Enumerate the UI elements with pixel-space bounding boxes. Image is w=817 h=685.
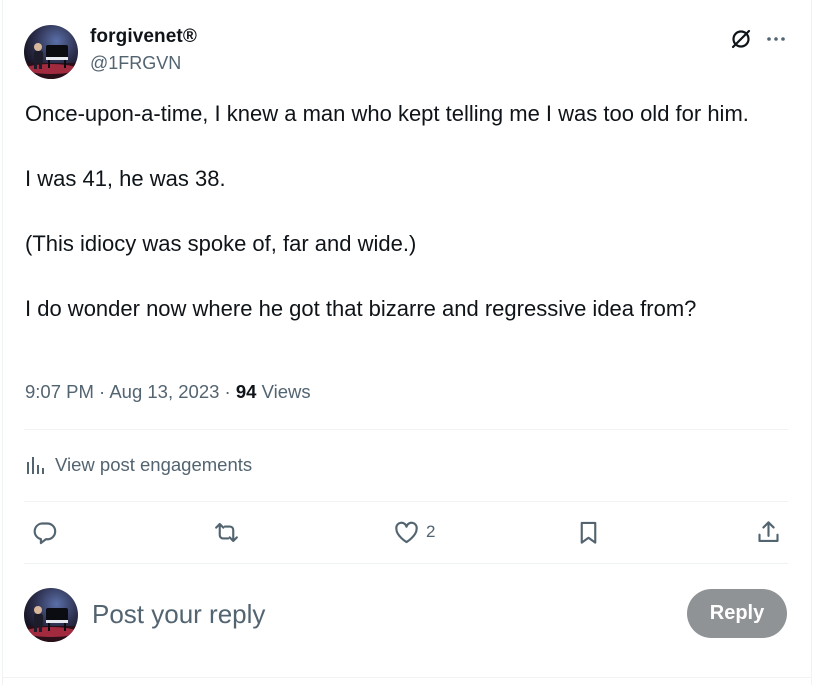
divider bbox=[24, 501, 788, 502]
post-date[interactable]: Aug 13, 2023 bbox=[109, 381, 219, 402]
author-avatar[interactable] bbox=[24, 25, 78, 79]
post-paragraph: I was 41, he was 38. bbox=[25, 166, 226, 191]
bar-chart-icon bbox=[27, 457, 44, 474]
post-time[interactable]: 9:07 PM bbox=[25, 381, 94, 402]
bottom-border bbox=[2, 677, 812, 678]
current-user-avatar[interactable] bbox=[24, 588, 78, 642]
repost-icon bbox=[215, 522, 238, 542]
grok-icon[interactable] bbox=[729, 27, 753, 51]
reply-button[interactable]: Reply bbox=[687, 589, 787, 638]
post-metadata: 9:07 PM · Aug 13, 2023 · 94 Views bbox=[25, 381, 311, 403]
pianist-image bbox=[24, 43, 78, 79]
repost-action-button[interactable] bbox=[213, 517, 240, 547]
pianist-image bbox=[24, 606, 78, 642]
view-engagements-label: View post engagements bbox=[55, 454, 253, 475]
meta-separator: · bbox=[93, 381, 110, 402]
author-display-name[interactable]: forgivenet® bbox=[90, 26, 197, 48]
bookmark-icon bbox=[580, 521, 597, 544]
views-count: 94 bbox=[235, 381, 257, 402]
share-icon bbox=[758, 520, 779, 542]
more-icon[interactable] bbox=[764, 27, 788, 51]
reply-input[interactable] bbox=[92, 596, 652, 632]
divider bbox=[24, 563, 788, 564]
views-label: Views bbox=[261, 381, 311, 402]
divider bbox=[24, 429, 788, 430]
post-text: Once-upon-a-time, I knew a man who kept … bbox=[25, 98, 785, 325]
reply-action-button[interactable] bbox=[31, 517, 58, 547]
bookmark-action-button[interactable] bbox=[575, 517, 602, 547]
post-paragraph: (This idiocy was spoke of, far and wide.… bbox=[25, 231, 417, 256]
view-engagements-link[interactable]: View post engagements bbox=[25, 453, 252, 477]
share-action-button[interactable] bbox=[755, 517, 782, 547]
post-paragraph: I do wonder now where he got that bizarr… bbox=[25, 296, 697, 321]
post-paragraph: Once-upon-a-time, I knew a man who kept … bbox=[25, 101, 749, 126]
author-handle[interactable]: @1FRGVN bbox=[90, 53, 181, 74]
comment-icon bbox=[33, 521, 57, 544]
like-count: 2 bbox=[426, 522, 436, 541]
like-action-button[interactable]: 2 bbox=[393, 517, 435, 547]
meta-separator: · bbox=[219, 381, 236, 402]
heart-icon bbox=[395, 521, 418, 543]
